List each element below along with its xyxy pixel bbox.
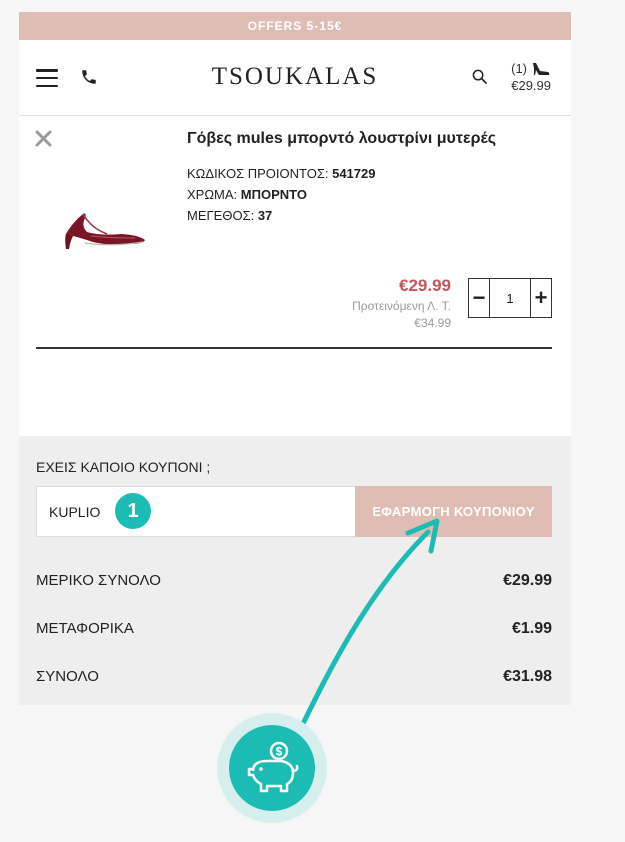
- product-code-value: 541729: [332, 166, 376, 181]
- cart-count: (1): [511, 61, 527, 76]
- coupon-form: KUPLIO ΕΦΑΡΜΟΓΗ ΚΟΥΠΟΝΙΟΥ: [36, 486, 552, 537]
- cart-total: €29.99: [511, 78, 551, 93]
- piggy-bank-badge: $: [217, 713, 327, 823]
- subtotal-label: ΜΕΡΙΚΟ ΣΥΝΟΛΟ: [36, 572, 161, 589]
- cart-summary: ΕΧΕΙΣ ΚΑΠΟΙΟ ΚΟΥΠΟΝΙ ; KUPLIO ΕΦΑΡΜΟΓΗ Κ…: [19, 436, 571, 705]
- old-price: €34.99: [414, 316, 451, 330]
- site-logo[interactable]: TSOUKALAS: [19, 63, 571, 91]
- shipping-label: ΜΕΤΑΦΟΡΙΚΑ: [36, 620, 134, 637]
- product-size-value: 37: [257, 208, 273, 223]
- apply-coupon-button[interactable]: ΕΦΑΡΜΟΓΗ ΚΟΥΠΟΝΙΟΥ: [355, 486, 552, 537]
- product-color-line: ΧΡΩΜΑ: ΜΠΟΡΝΤΟ: [187, 184, 375, 205]
- site-header: TSOUKALAS (1) €29.99: [19, 40, 571, 116]
- shipping-value: €1.99: [511, 620, 552, 637]
- product-size-label: ΜΕΓΕΘΟΣ:: [187, 208, 255, 223]
- suggested-price-label: Προτεινόμενη Λ. Τ.: [352, 299, 451, 313]
- product-title[interactable]: Γόβες mules μπορντό λουστρίνι μυτερές: [187, 130, 496, 148]
- page-container: OFFERS 5-15€ TSOUKALAS (1) €29.99 Γόβες …: [19, 12, 571, 705]
- total-row: ΣΥΝΟΛΟ €31.98: [36, 668, 552, 686]
- coupon-input[interactable]: KUPLIO: [36, 486, 355, 537]
- offers-banner-text[interactable]: OFFERS 5-15€: [248, 19, 343, 33]
- decrease-quantity-button[interactable]: −: [469, 279, 490, 317]
- price-block: €29.99 Προτεινόμενη Λ. Τ. €34.99: [352, 276, 451, 330]
- total-value: €31.98: [503, 668, 552, 685]
- offers-banner[interactable]: OFFERS 5-15€: [19, 12, 571, 40]
- coupon-question: ΕΧΕΙΣ ΚΑΠΟΙΟ ΚΟΥΠΟΝΙ ;: [36, 459, 211, 475]
- piggy-bank-icon: $: [247, 741, 299, 793]
- product-attributes: ΚΩΔΙΚΟΣ ΠΡΟΙΟΝΤΟΣ: 541729 ΧΡΩΜΑ: ΜΠΟΡΝΤΟ…: [187, 163, 375, 226]
- step-badge: 1: [115, 493, 151, 529]
- quantity-stepper[interactable]: − 1 +: [468, 278, 552, 318]
- divider: [36, 347, 552, 349]
- product-code-label: ΚΩΔΙΚΟΣ ΠΡΟΙΟΝΤΟΣ:: [187, 166, 329, 181]
- svg-text:$: $: [276, 745, 283, 759]
- product-color-value: ΜΠΟΡΝΤΟ: [240, 187, 308, 202]
- shoe-icon: [533, 63, 550, 75]
- product-color-label: ΧΡΩΜΑ:: [187, 187, 238, 202]
- mini-cart[interactable]: (1) €29.99: [511, 61, 551, 93]
- piggy-bank-circle: $: [229, 725, 315, 811]
- product-size-line: ΜΕΓΕΘΟΣ: 37: [187, 205, 375, 226]
- subtotal-row: ΜΕΡΙΚΟ ΣΥΝΟΛΟ €29.99: [36, 572, 552, 590]
- product-image[interactable]: [61, 202, 147, 250]
- close-icon[interactable]: [35, 130, 52, 147]
- product-price: €29.99: [399, 276, 451, 295]
- shipping-row: ΜΕΤΑΦΟΡΙΚΑ €1.99: [36, 620, 552, 638]
- subtotal-value: €29.99: [503, 572, 552, 589]
- search-icon[interactable]: [472, 69, 487, 84]
- product-code-line: ΚΩΔΙΚΟΣ ΠΡΟΙΟΝΤΟΣ: 541729: [187, 163, 375, 184]
- quantity-value[interactable]: 1: [490, 279, 530, 317]
- increase-quantity-button[interactable]: +: [530, 279, 551, 317]
- total-label: ΣΥΝΟΛΟ: [36, 668, 99, 685]
